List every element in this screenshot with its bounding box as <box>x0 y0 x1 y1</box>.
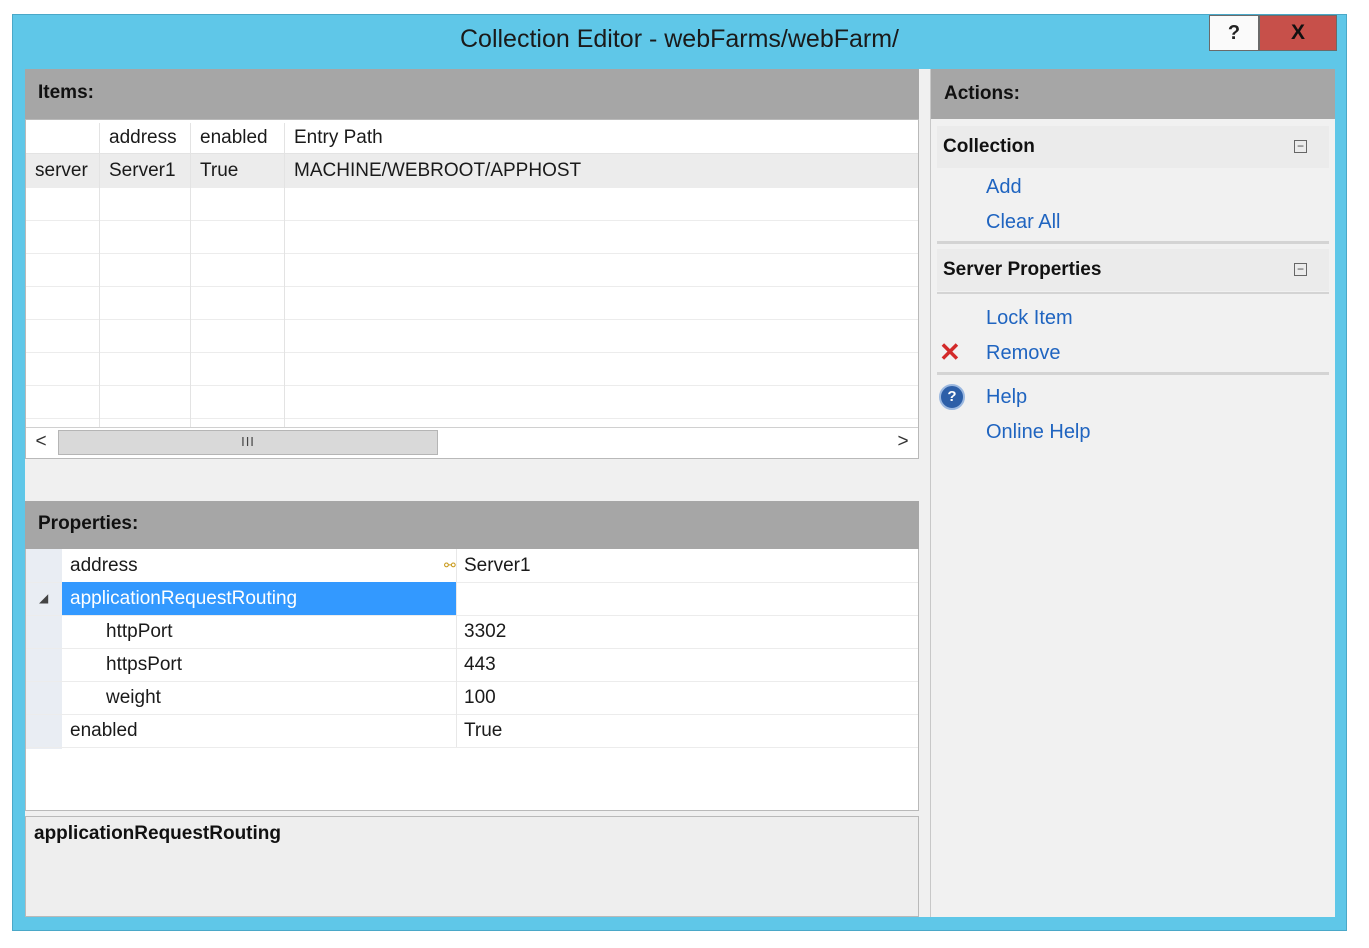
divider <box>937 292 1329 294</box>
property-value[interactable]: 443 <box>458 648 496 681</box>
property-value[interactable] <box>458 582 464 615</box>
property-name: httpPort <box>62 615 457 648</box>
help-button[interactable]: ? <box>1209 15 1259 51</box>
property-grid[interactable]: address ⚯ Server1 ◢ applicationRequestRo… <box>25 549 919 811</box>
divider <box>937 372 1329 375</box>
action-remove[interactable]: Remove <box>986 342 1060 365</box>
section-title-server-properties: Server Properties <box>943 259 1102 280</box>
property-value[interactable]: 3302 <box>458 615 506 648</box>
actions-pane: Actions: Collection − Add Clear All Serv… <box>930 69 1335 917</box>
items-header: Items: <box>25 69 919 119</box>
properties-header: Properties: <box>25 501 919 549</box>
help-icon: ? <box>939 384 965 410</box>
property-name: address <box>62 549 457 582</box>
window-title: Collection Editor - webFarms/webFarm/ <box>459 25 899 53</box>
left-pane: Items: address enabled Entry Path server… <box>25 69 919 917</box>
window-client: Items: address enabled Entry Path server… <box>25 69 1335 917</box>
scroll-thumb[interactable]: III <box>58 430 438 455</box>
section-collection: Collection − <box>937 126 1329 168</box>
scroll-right-icon[interactable]: > <box>888 428 918 457</box>
action-clear-all[interactable]: Clear All <box>986 211 1060 234</box>
scroll-left-icon[interactable]: < <box>26 428 56 457</box>
property-value[interactable]: 100 <box>458 681 496 714</box>
column-header-enabled[interactable]: enabled <box>191 123 285 153</box>
collapse-icon[interactable]: − <box>1294 263 1307 276</box>
column-header-type[interactable] <box>26 123 100 153</box>
collapse-icon[interactable]: − <box>1294 140 1307 153</box>
empty-row <box>26 286 918 320</box>
cell-address: Server1 <box>100 154 191 187</box>
collapse-arrow-icon[interactable]: ◢ <box>39 582 48 615</box>
empty-row <box>26 187 918 221</box>
property-row-https-port[interactable]: httpsPort 443 <box>26 648 918 682</box>
cell-entry-path: MACHINE/WEBROOT/APPHOST <box>294 160 582 181</box>
section-title-collection: Collection <box>943 136 1035 157</box>
key-icon: ⚯ <box>444 557 456 573</box>
property-value[interactable]: True <box>458 714 502 747</box>
cell-type: server <box>26 154 100 187</box>
property-name: enabled <box>62 714 457 747</box>
property-row-weight[interactable]: weight 100 <box>26 681 918 715</box>
empty-row <box>26 385 918 419</box>
table-row[interactable]: server Server1 True MACHINE/WEBROOT/APPH… <box>26 154 918 188</box>
actions-header: Actions: <box>931 69 1335 119</box>
property-row-application-request-routing[interactable]: ◢ applicationRequestRouting <box>26 582 918 616</box>
property-value[interactable]: Server1 <box>458 549 531 582</box>
property-name: weight <box>62 681 457 714</box>
action-help[interactable]: Help <box>986 386 1027 409</box>
title-bar: Collection Editor - webFarms/webFarm/ ? … <box>13 15 1346 69</box>
property-description-title: applicationRequestRouting <box>34 823 281 844</box>
property-row-address[interactable]: address ⚯ Server1 <box>26 549 918 583</box>
property-description-panel: applicationRequestRouting <box>25 816 919 917</box>
cell-enabled: True <box>191 154 285 187</box>
column-header-entry-path[interactable]: Entry Path <box>285 123 918 153</box>
items-grid-header: address enabled Entry Path <box>26 123 918 154</box>
column-header-address[interactable]: address <box>100 123 191 153</box>
empty-row <box>26 253 918 287</box>
property-row-enabled[interactable]: enabled True <box>26 714 918 748</box>
action-online-help[interactable]: Online Help <box>986 421 1091 444</box>
horizontal-scrollbar[interactable]: < III > <box>26 427 918 458</box>
remove-x-icon: ✕ <box>939 337 961 367</box>
items-grid[interactable]: address enabled Entry Path server Server… <box>25 119 919 459</box>
action-lock-item[interactable]: Lock Item <box>986 307 1073 330</box>
property-name: applicationRequestRouting <box>62 582 457 615</box>
empty-row <box>26 220 918 254</box>
property-row-http-port[interactable]: httpPort 3302 <box>26 615 918 649</box>
empty-row <box>26 352 918 386</box>
action-add[interactable]: Add <box>986 176 1022 199</box>
property-name: httpsPort <box>62 648 457 681</box>
section-server-properties: Server Properties − <box>937 249 1329 291</box>
divider <box>937 241 1329 244</box>
collection-editor-window: Collection Editor - webFarms/webFarm/ ? … <box>12 14 1347 931</box>
empty-row <box>26 319 918 353</box>
close-button[interactable]: X <box>1259 15 1337 51</box>
